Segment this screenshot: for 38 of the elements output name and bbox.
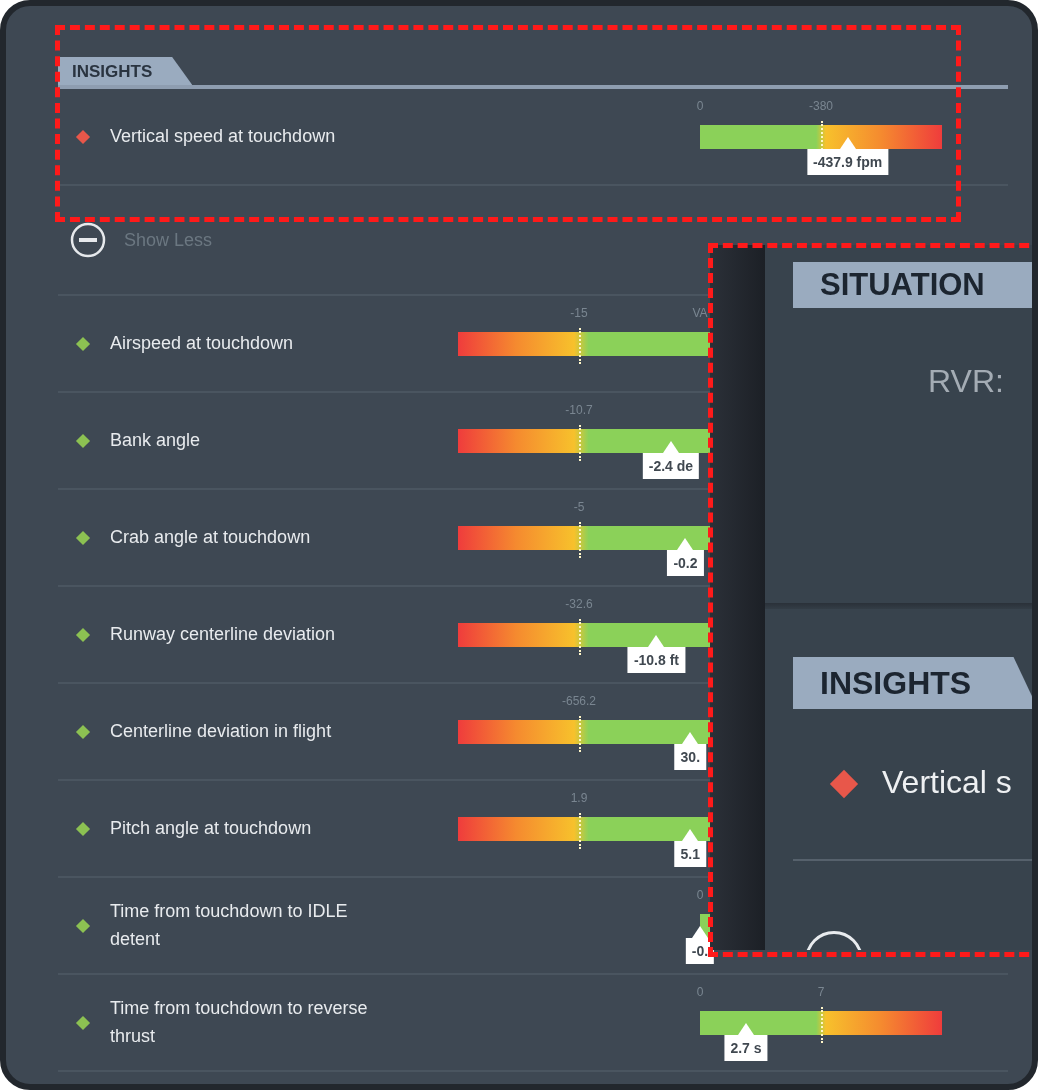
insight-label: Time from touchdown to IDLE detent [110, 899, 349, 951]
tick-label: -32.6 [565, 596, 593, 611]
tick-label: 1.9 [570, 790, 588, 805]
insight-label: Vertical s [882, 764, 1012, 801]
tick-label: VA [692, 305, 708, 320]
value-callout: -10.8 ft [627, 646, 685, 673]
tick-label: -380 [809, 98, 833, 113]
insight-label: Airspeed at touchdown [110, 331, 294, 355]
tick-label: -10.7 [565, 402, 593, 417]
value-callout: 5.1 [674, 840, 707, 867]
tick-label: 0 [696, 887, 704, 902]
threshold-marker [821, 1006, 823, 1043]
insight-label: Bank angle [110, 428, 201, 452]
insight-label: Runway centerline deviation [110, 622, 336, 646]
threshold-marker [579, 618, 581, 655]
tick-label: 0 [696, 984, 704, 999]
threshold-marker [579, 812, 581, 849]
insight-label: Centerline deviation in flight [110, 719, 332, 743]
insight-label: Crab angle at touchdown [110, 525, 311, 549]
insight-label: Time from touchdown to reverse thrust [110, 996, 369, 1048]
tick-label: 7 [817, 984, 825, 999]
tick-label: -5 [573, 499, 585, 514]
tick-label: -15 [570, 305, 588, 320]
threshold-marker [579, 424, 581, 461]
value-callout: -0.2 [667, 549, 704, 576]
tick-label: 0 [696, 98, 704, 113]
insight-label: Vertical speed at touchdown [110, 124, 336, 148]
minus-circle-icon [70, 222, 106, 258]
value-callout: -437.9 fpm [807, 148, 889, 175]
threshold-marker [579, 327, 581, 364]
value-callout: 30. [674, 743, 707, 770]
value-callout: -2.4 de [642, 452, 700, 479]
threshold-marker [579, 715, 581, 752]
threshold-marker [579, 521, 581, 558]
rvr-label: RVR: [928, 363, 1004, 400]
tick-label: -656.2 [562, 693, 596, 708]
value-callout: 2.7 s [724, 1034, 768, 1061]
insight-label: Pitch angle at touchdown [110, 816, 312, 840]
